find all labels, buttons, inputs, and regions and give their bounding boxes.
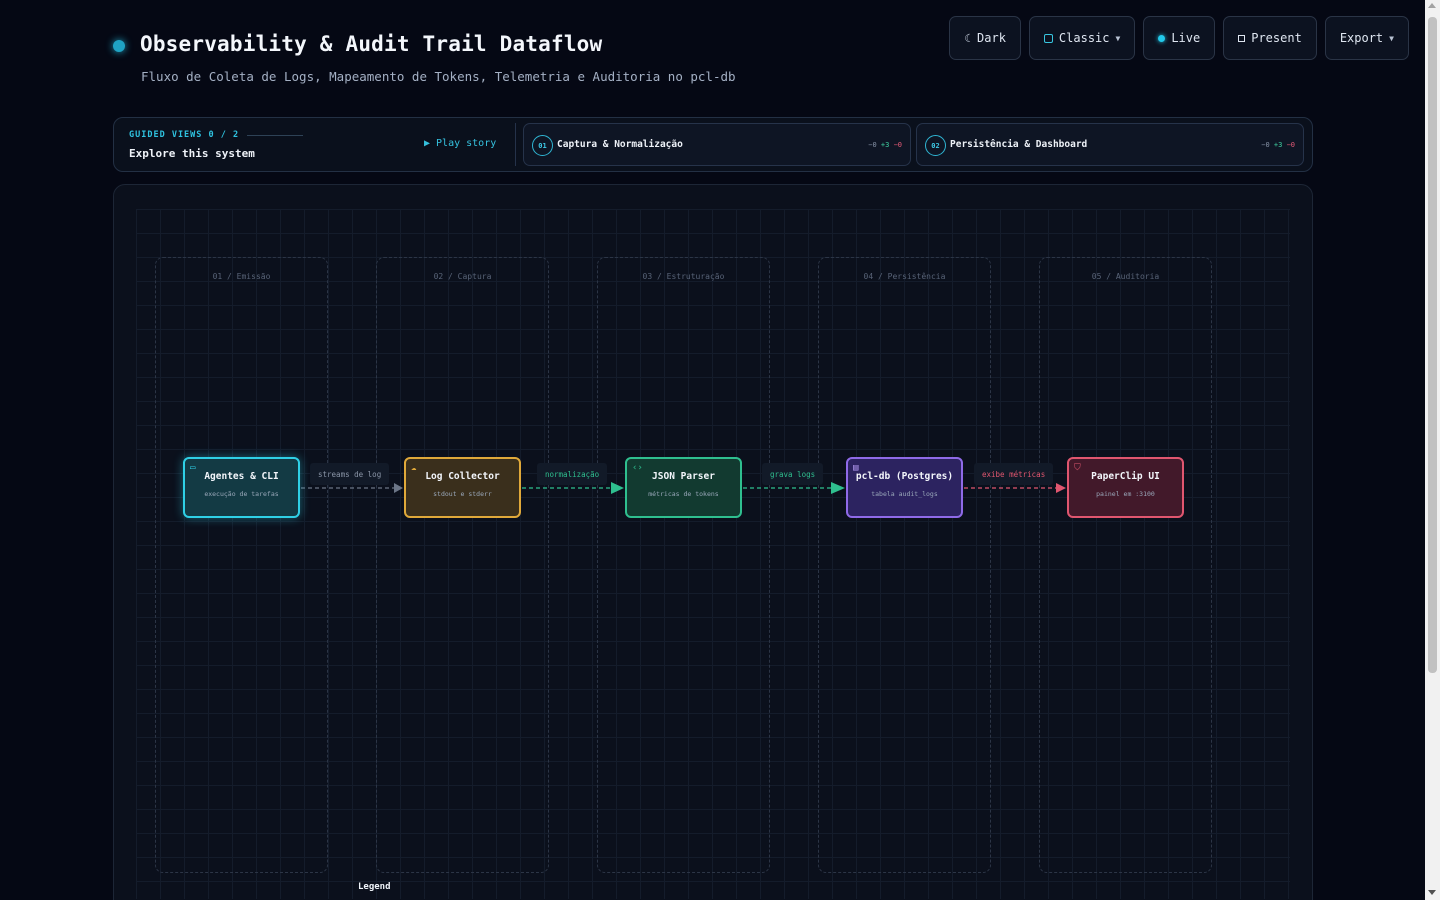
node-title: pcl-db (Postgres) bbox=[855, 471, 954, 482]
edge-layer bbox=[301, 482, 1066, 494]
guided-views-subtitle: Explore this system bbox=[129, 147, 255, 160]
scrollbar-thumb[interactable] bbox=[1428, 17, 1437, 673]
node-title: PaperClip UI bbox=[1091, 471, 1160, 482]
guided-views-bar: GUIDED VIEWS 0 / 2 Explore this system ▶… bbox=[113, 117, 1313, 172]
step-delta: −0 +3 −0 bbox=[1261, 141, 1295, 149]
page-title: Observability & Audit Trail Dataflow bbox=[140, 32, 603, 56]
live-dot-icon bbox=[1158, 34, 1166, 42]
node-subtitle: execução de tarefas bbox=[204, 490, 279, 498]
classic-theme-button[interactable]: Classic ▼ bbox=[1028, 16, 1136, 60]
step-label: Persistência & Dashboard bbox=[950, 139, 1088, 150]
legend-label: Legend bbox=[358, 882, 391, 892]
guided-step-persistencia[interactable]: 02 Persistência & Dashboard −0 +3 −0 bbox=[916, 123, 1304, 166]
guided-views-label: GUIDED VIEWS 0 / 2 bbox=[129, 130, 240, 140]
node-subtitle: métricas de tokens bbox=[648, 490, 719, 498]
delta-zero: −0 bbox=[868, 141, 877, 149]
square-icon bbox=[1043, 33, 1053, 43]
node-title: Agentes & CLI bbox=[204, 471, 279, 482]
scroll-up-arrow-icon[interactable] bbox=[1428, 3, 1436, 8]
page-subtitle: Fluxo de Coleta de Logs, Mapeamento de T… bbox=[141, 69, 736, 84]
edge-label-grava: grava logs bbox=[762, 463, 824, 485]
node-subtitle: painel em :3100 bbox=[1096, 490, 1155, 498]
edge-label-normalizacao: normalização bbox=[537, 463, 608, 485]
diagram-canvas[interactable]: 01 / Emissão 02 / Captura 03 / Estrutura… bbox=[113, 184, 1313, 900]
live-button[interactable]: Live bbox=[1143, 16, 1216, 60]
node-subtitle: stdout e stderr bbox=[433, 490, 492, 498]
node-subtitle: tabela audit_logs bbox=[871, 490, 938, 498]
delta-plus: +3 bbox=[880, 141, 890, 149]
node-log-collector[interactable]: ☁ Log Collector stdout e stderr bbox=[404, 457, 521, 518]
chevron-down-icon: ▼ bbox=[1115, 33, 1121, 43]
node-paperclip-ui[interactable]: ⛉ PaperClip UI painel em :3100 bbox=[1067, 457, 1184, 518]
title-status-dot bbox=[113, 40, 125, 52]
scrollbar[interactable] bbox=[1425, 0, 1440, 900]
live-label: Live bbox=[1171, 31, 1201, 45]
node-json-parser[interactable]: ‹› JSON Parser métricas de tokens bbox=[625, 457, 742, 518]
present-square-icon bbox=[1238, 34, 1246, 42]
present-label: Present bbox=[1251, 31, 1302, 45]
guided-step-captura[interactable]: 01 Captura & Normalização −0 +3 −0 bbox=[523, 123, 911, 166]
scroll-down-arrow-icon[interactable] bbox=[1428, 890, 1436, 895]
step-number: 02 bbox=[925, 135, 946, 156]
node-title: JSON Parser bbox=[652, 471, 715, 482]
edge-label-streams: streams de log bbox=[310, 463, 390, 485]
moon-icon: ☾ bbox=[964, 31, 972, 45]
dark-mode-label: Dark bbox=[977, 31, 1006, 45]
chevron-down-icon: ▼ bbox=[1389, 33, 1394, 43]
step-label: Captura & Normalização bbox=[557, 139, 683, 150]
dark-mode-button[interactable]: ☾ Dark bbox=[949, 16, 1021, 60]
toolbar: ☾ Dark Classic ▼ Live Present Export ▼ bbox=[949, 16, 1409, 60]
node-pcl-db[interactable]: ▤ pcl-db (Postgres) tabela audit_logs bbox=[846, 457, 963, 518]
play-story-button[interactable]: ▶ Play story bbox=[424, 138, 496, 149]
delta-minus: −0 bbox=[1286, 141, 1295, 149]
guided-divider bbox=[515, 123, 516, 166]
node-title: Log Collector bbox=[425, 471, 500, 482]
present-button[interactable]: Present bbox=[1223, 16, 1317, 60]
node-agentes-cli[interactable]: ▭ Agentes & CLI execução de tarefas bbox=[183, 457, 300, 518]
delta-zero: −0 bbox=[1261, 141, 1270, 149]
classic-theme-label: Classic bbox=[1058, 31, 1110, 45]
export-button[interactable]: Export ▼ bbox=[1324, 16, 1409, 60]
export-label: Export bbox=[1339, 31, 1384, 45]
delta-plus: +3 bbox=[1273, 141, 1283, 149]
step-number: 01 bbox=[532, 135, 553, 156]
guided-progress-line bbox=[247, 135, 303, 136]
step-delta: −0 +3 −0 bbox=[868, 141, 902, 149]
edge-label-exibe: exibe métricas bbox=[974, 463, 1054, 485]
delta-minus: −0 bbox=[893, 141, 902, 149]
